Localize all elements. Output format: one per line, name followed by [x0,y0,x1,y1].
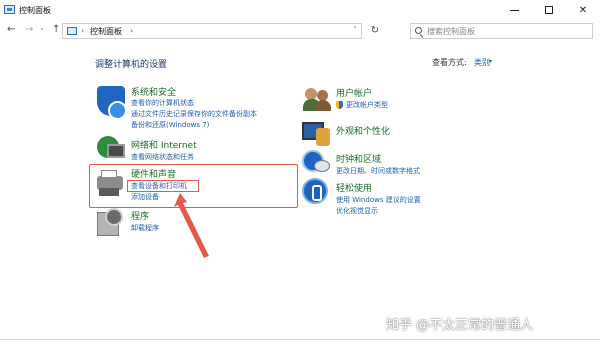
link-recommended-settings[interactable]: 使用 Windows 建议的设置 [336,195,421,205]
up-button[interactable]: ↑ [52,24,60,36]
navigation-bar: ← → ˅ ↑ › 控制面板 › ˅ ↻ 搜索控制面板 [0,20,600,42]
view-by-label: 查看方式: [432,58,467,67]
category-network-internet[interactable]: 网络和 Internet [131,138,197,151]
breadcrumb-control-panel[interactable]: 控制面板 [90,26,122,37]
chevron-down-icon[interactable]: ▾ [489,58,492,65]
breadcrumb-separator[interactable]: › [81,26,84,35]
view-by-dropdown[interactable]: 类别 [474,57,490,68]
link-optimize-visual-display[interactable]: 优化视觉显示 [336,206,378,216]
control-panel-icon [4,5,15,14]
search-placeholder: 搜索控制面板 [427,27,475,36]
link-network-status[interactable]: 查看网络状态和任务 [131,152,194,162]
link-file-history-backup[interactable]: 通过文件历史记录保存你的文件备份副本 [131,109,257,119]
address-bar[interactable]: › 控制面板 › ˅ [62,23,362,39]
clock-icon [314,160,330,172]
refresh-button[interactable]: ↻ [367,23,383,39]
category-appearance[interactable]: 外观和个性化 [336,124,390,137]
title-bar: 控制面板 ✕ [0,0,600,20]
search-input[interactable]: 搜索控制面板 [410,23,593,39]
bottom-border [0,339,600,340]
watermark: 知乎 @不太正常的普通人 [386,318,534,333]
maximize-icon [545,6,553,14]
link-uninstall-program[interactable]: 卸载程序 [131,223,159,233]
link-change-date-format[interactable]: 更改日期、时间或数字格式 [336,166,420,176]
category-programs[interactable]: 程序 [131,209,149,222]
category-user-accounts[interactable]: 用户帐户 [336,86,372,99]
window-title: 控制面板 [19,6,51,15]
breadcrumb-separator[interactable]: › [130,26,133,35]
link-view-computer-status[interactable]: 查看你的计算机状态 [131,98,194,108]
link-backup-restore[interactable]: 备份和还原(Windows 7) [131,120,209,130]
minimize-icon [509,9,519,11]
category-ease-of-access[interactable]: 轻松使用 [336,181,372,194]
search-icon [415,27,422,34]
recent-locations-button[interactable]: ˅ [40,26,44,38]
minimize-button[interactable] [497,0,531,20]
link-change-account-type[interactable]: 更改帐户类型 [346,100,388,110]
ease-of-access-icon[interactable] [302,178,328,204]
category-clock-region[interactable]: 时钟和区域 [336,152,381,165]
disc-icon [105,208,123,226]
close-button[interactable]: ✕ [566,0,600,20]
control-panel-icon [67,27,77,35]
network-icon[interactable] [97,136,125,162]
uac-shield-icon [336,101,343,109]
programs-icon[interactable] [97,208,123,236]
appearance-icon[interactable] [302,120,330,146]
user-body-icon [315,100,331,111]
monitor-icon [107,144,125,158]
system-security-icon[interactable] [97,86,127,120]
forward-button[interactable]: → [25,24,33,36]
back-button[interactable]: ← [7,24,15,36]
page-title: 调整计算机的设置 [95,60,168,70]
highlight-link-box [127,180,199,192]
user-accounts-icon[interactable] [303,86,331,112]
category-system-security[interactable]: 系统和安全 [131,85,176,98]
paint-icon [316,128,330,146]
address-dropdown-button[interactable]: ˅ [354,26,358,34]
maximize-button[interactable] [532,0,566,20]
clock-region-icon[interactable] [302,150,330,174]
